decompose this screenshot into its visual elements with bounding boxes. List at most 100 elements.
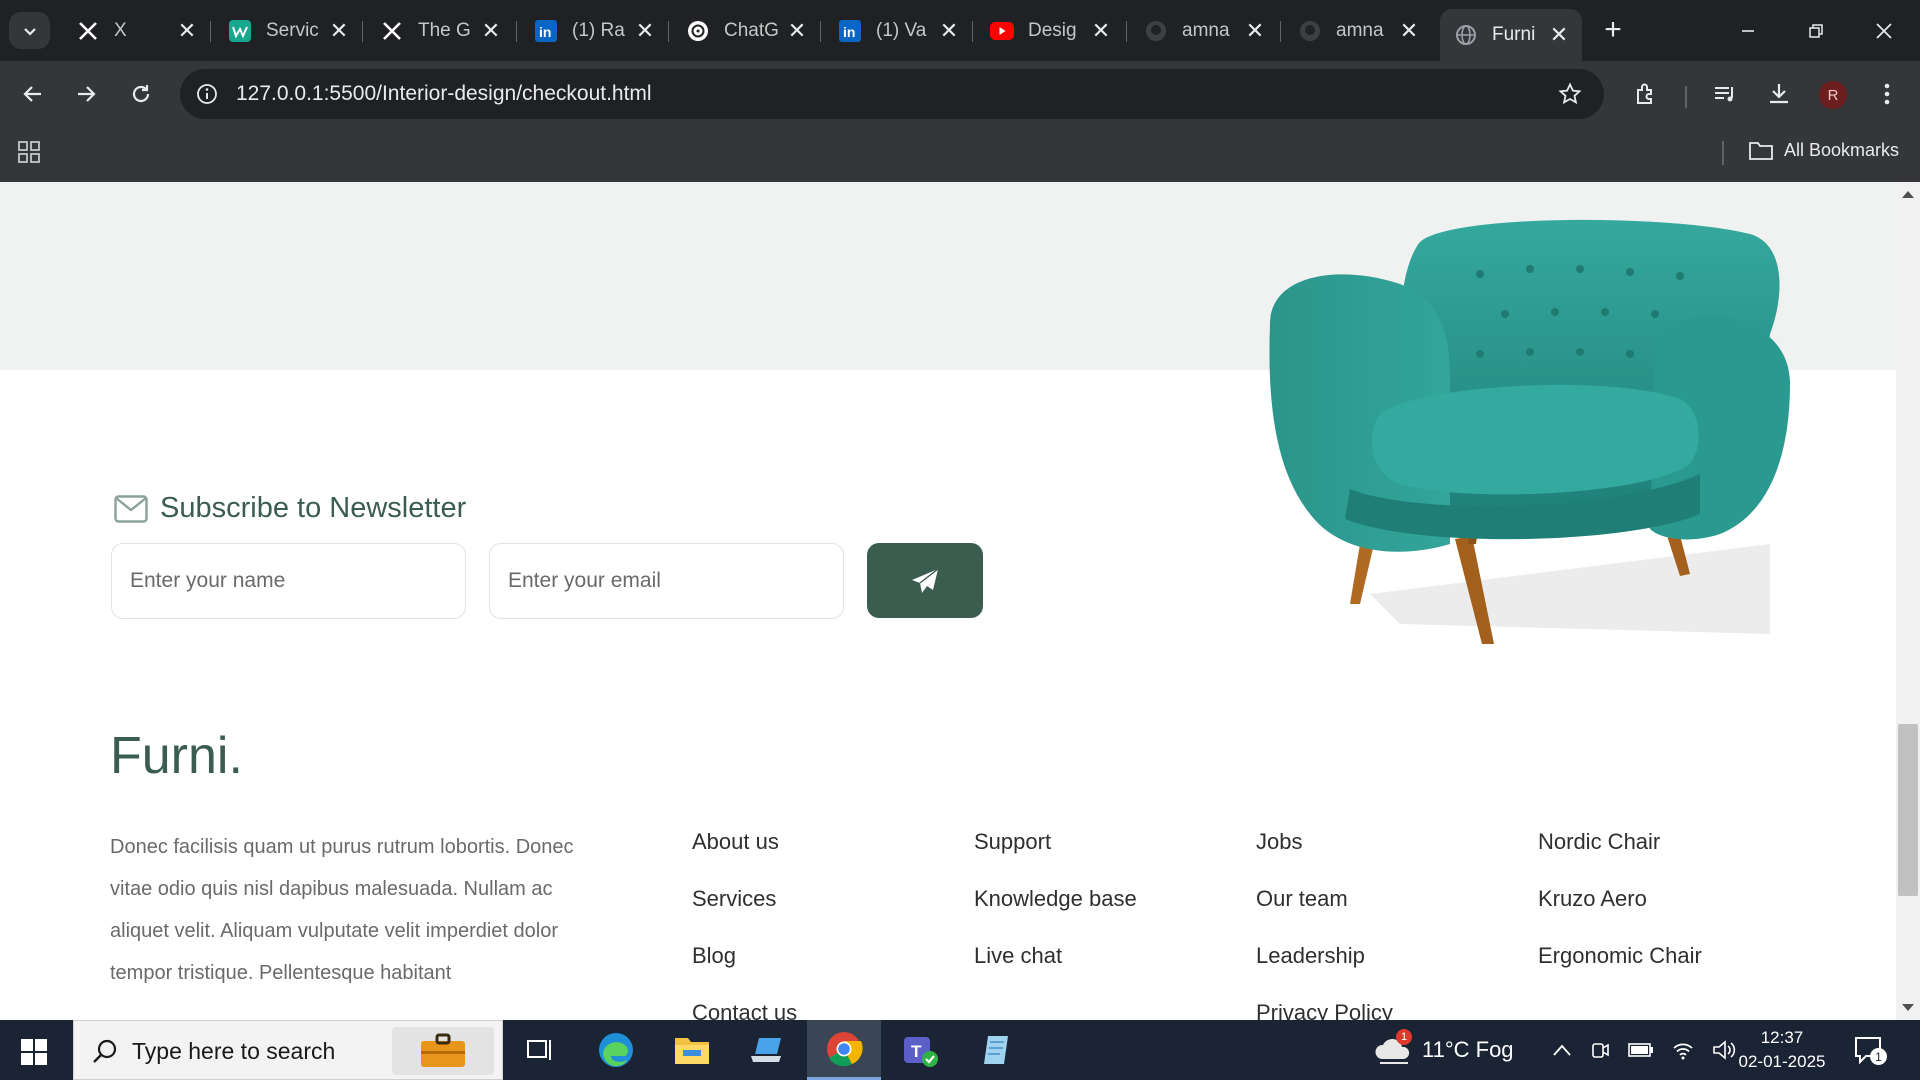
volume-icon[interactable] — [1712, 1039, 1736, 1061]
footer-link[interactable]: Privacy Policy — [1256, 993, 1393, 1020]
task-view-icon[interactable] — [503, 1020, 577, 1080]
close-icon — [1876, 22, 1892, 39]
new-tab-button[interactable]: + — [1597, 13, 1629, 46]
taskbar-search-placeholder: Type here to search — [132, 1038, 336, 1064]
system-clock[interactable]: 12:37 02-01-2025 — [1736, 1026, 1828, 1074]
footer-link[interactable]: Our team — [1256, 879, 1393, 936]
newsletter-submit-button[interactable] — [867, 543, 983, 618]
scroll-down-arrow-icon[interactable] — [1902, 1004, 1914, 1011]
media-controls-icon[interactable] — [1708, 77, 1742, 111]
chrome-browser-icon[interactable] — [807, 1020, 881, 1080]
footer-link[interactable]: Live chat — [974, 936, 1137, 993]
footer-link[interactable]: Nordic Chair — [1538, 822, 1702, 879]
laptop-app-icon[interactable] — [731, 1020, 805, 1080]
extensions-icon[interactable] — [1629, 77, 1663, 111]
page-scrollbar[interactable] — [1896, 182, 1920, 1020]
address-bar[interactable]: 127.0.0.1:5500/Interior-design/checkout.… — [180, 69, 1604, 119]
close-window-button[interactable] — [1850, 0, 1918, 61]
browser-tab[interactable]: The G ✕ — [366, 12, 514, 50]
browser-tab-active[interactable]: Furni ✕ — [1440, 9, 1582, 61]
briefcase-icon[interactable] — [392, 1027, 494, 1075]
close-tab-icon[interactable]: ✕ — [1241, 17, 1269, 45]
close-tab-icon[interactable]: ✕ — [1545, 21, 1573, 49]
tab-title: The G — [418, 20, 471, 41]
x-logo-icon — [76, 19, 100, 43]
windows-logo-icon — [21, 1039, 47, 1065]
chevron-up-icon[interactable] — [1552, 1043, 1572, 1057]
tab-title: Servic — [266, 20, 319, 41]
notification-center-icon[interactable]: 1 — [1852, 1034, 1888, 1068]
file-explorer-icon[interactable] — [655, 1020, 729, 1080]
tab-divider — [210, 21, 211, 42]
all-bookmarks-button[interactable]: All Bookmarks — [1748, 139, 1899, 161]
more-menu-icon[interactable] — [1870, 77, 1904, 111]
wifi-icon[interactable] — [1672, 1040, 1694, 1060]
envelope-icon — [114, 494, 148, 523]
footer-link[interactable]: Support — [974, 822, 1137, 879]
close-tab-icon[interactable]: ✕ — [631, 17, 659, 45]
close-tab-icon[interactable]: ✕ — [935, 17, 963, 45]
close-tab-icon[interactable]: ✕ — [325, 17, 353, 45]
restore-button[interactable] — [1782, 0, 1850, 61]
footer-link[interactable]: Leadership — [1256, 936, 1393, 993]
footer-link[interactable]: Contact us — [692, 993, 797, 1020]
newsletter-name-input[interactable] — [111, 543, 466, 619]
linkedin-icon: in — [838, 19, 862, 43]
footer-link[interactable]: Kruzo Aero — [1538, 879, 1702, 936]
linkedin-icon: in — [534, 19, 558, 43]
start-button[interactable] — [12, 1034, 56, 1070]
browser-tab[interactable]: ChatG ✕ — [672, 12, 820, 50]
site-info-icon[interactable] — [194, 81, 220, 107]
close-tab-icon[interactable]: ✕ — [477, 17, 505, 45]
tab-divider — [1126, 21, 1127, 42]
taskbar-search-box[interactable]: Type here to search — [73, 1020, 503, 1080]
url-text[interactable]: 127.0.0.1:5500/Interior-design/checkout.… — [236, 82, 652, 106]
all-bookmarks-label: All Bookmarks — [1784, 139, 1900, 160]
minimize-button[interactable] — [1714, 0, 1782, 61]
battery-icon[interactable] — [1628, 1042, 1654, 1058]
footer-brand-logo[interactable]: Furni. — [110, 726, 243, 786]
browser-tab[interactable]: amna ✕ — [1130, 12, 1278, 50]
browser-tab[interactable]: X ✕ — [62, 12, 210, 50]
svg-text:T: T — [911, 1042, 922, 1061]
svg-text:in: in — [539, 24, 551, 40]
close-tab-icon[interactable]: ✕ — [1395, 17, 1423, 45]
edge-browser-icon[interactable] — [579, 1020, 653, 1080]
footer-link[interactable]: About us — [692, 822, 797, 879]
browser-tab[interactable]: Servic ✕ — [214, 12, 362, 50]
weather-widget[interactable]: 1 11°C Fog — [1374, 1020, 1514, 1080]
browser-tab[interactable]: Desig ✕ — [976, 12, 1124, 50]
footer-link[interactable]: Ergonomic Chair — [1538, 936, 1702, 993]
newsletter-email-input[interactable] — [489, 543, 844, 619]
teams-icon[interactable]: T — [883, 1020, 957, 1080]
footer-link[interactable]: Jobs — [1256, 822, 1393, 879]
footer-link[interactable]: Blog — [692, 936, 797, 993]
tab-search-button[interactable] — [9, 12, 50, 49]
reload-button[interactable] — [122, 75, 160, 113]
profile-avatar[interactable]: R — [1819, 81, 1847, 109]
github-icon — [1144, 19, 1168, 43]
apps-grid-icon[interactable] — [16, 139, 44, 167]
footer-link[interactable]: Knowledge base — [974, 879, 1137, 936]
scrollbar-thumb[interactable] — [1898, 724, 1918, 896]
bookmark-star-icon[interactable] — [1556, 80, 1584, 108]
forward-button[interactable] — [67, 75, 105, 113]
footer-link[interactable]: Services — [692, 879, 797, 936]
tab-title: amna — [1182, 20, 1230, 41]
tab-divider — [362, 21, 363, 42]
download-icon[interactable] — [1762, 77, 1796, 111]
close-tab-icon[interactable]: ✕ — [1087, 17, 1115, 45]
back-button[interactable] — [14, 75, 52, 113]
reload-icon — [132, 85, 150, 103]
tab-title: ChatG — [724, 20, 779, 41]
scroll-up-arrow-icon[interactable] — [1902, 191, 1914, 198]
browser-tab[interactable]: amna ✕ — [1284, 12, 1432, 50]
meet-now-icon[interactable] — [1590, 1039, 1610, 1061]
close-tab-icon[interactable]: ✕ — [783, 17, 811, 45]
notepad-icon[interactable] — [959, 1020, 1033, 1080]
notification-count-badge: 1 — [1870, 1048, 1887, 1065]
close-tab-icon[interactable]: ✕ — [173, 17, 201, 45]
browser-tab[interactable]: in (1) Va ✕ — [824, 12, 972, 50]
browser-tab[interactable]: in (1) Ra ✕ — [520, 12, 668, 50]
tab-divider — [1280, 21, 1281, 42]
